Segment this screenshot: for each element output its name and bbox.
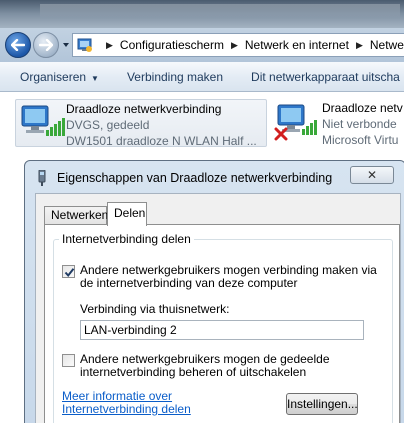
adapter-name: Draadloze netwerkverbinding <box>66 102 222 116</box>
title-bar-shine <box>40 4 400 18</box>
organize-label: Organiseren <box>20 69 87 84</box>
ics-help-link[interactable]: Meer informatie over Internetverbinding … <box>62 390 262 416</box>
allow-sharing-checkbox[interactable] <box>62 265 75 278</box>
recent-pages-chevron-icon[interactable] <box>62 41 70 49</box>
disable-device-button[interactable]: Dit netwerkapparaat uitscha <box>237 70 404 84</box>
adapter-device: DW1501 draadloze N WLAN Half ... <box>66 134 257 146</box>
breadcrumb-separator-icon[interactable]: ▶ <box>356 40 363 51</box>
arrow-right-icon <box>39 39 53 51</box>
ics-groupbox: Internetverbinding delen Andere netwerkg… <box>53 232 393 423</box>
close-button[interactable]: ✕ <box>350 166 394 184</box>
dialog-body: Netwerken Delen Internetverbinding delen… <box>35 193 401 423</box>
back-button[interactable] <box>5 32 31 58</box>
breadcrumb-control-panel[interactable]: Configuratiescherm <box>120 38 224 52</box>
checkmark-icon <box>64 268 75 278</box>
address-bar[interactable]: ▶ Configuratiescherm ▶ Netwerk en intern… <box>72 33 404 57</box>
adapter-item-virtual[interactable]: Draadloze netv Niet verbonde Microsoft V… <box>272 99 404 147</box>
sharing-tab-panel: Internetverbinding delen Andere netwerkg… <box>44 224 400 423</box>
wireless-adapter-icon <box>16 100 66 146</box>
window-background <box>0 158 24 423</box>
adapter-status: DVGS, gedeeld <box>66 118 150 132</box>
adapter-name: Draadloze netv <box>322 101 403 115</box>
command-bar: Organiseren ▼ Verbinding maken Dit netwer… <box>0 62 404 92</box>
adapter-device: Microsoft Virtu <box>322 133 399 147</box>
home-network-label: Verbinding via thuisnetwerk: <box>80 302 230 316</box>
settings-button[interactable]: Instellingen... <box>286 393 358 415</box>
dialog-title: Eigenschappen van Draadloze netwerkverbi… <box>57 171 333 185</box>
wireless-adapter-disconnected-icon <box>272 99 322 145</box>
breadcrumb-separator-icon[interactable]: ▶ <box>231 40 238 51</box>
breadcrumb-network-internet[interactable]: Netwerk en internet <box>245 38 349 52</box>
group-title: Internetverbinding delen <box>59 232 194 246</box>
adapter-item-wireless[interactable]: Draadloze netwerkverbinding DVGS, gedeel… <box>15 99 267 147</box>
adapter-list: Draadloze netwerkverbinding DVGS, gedeel… <box>0 92 404 157</box>
breadcrumb-separator-icon[interactable]: ▶ <box>106 40 113 51</box>
tab-sharing[interactable]: Delen <box>107 202 147 226</box>
network-adapter-icon <box>38 170 46 186</box>
connect-button[interactable]: Verbinding maken <box>113 70 237 84</box>
close-icon: ✕ <box>366 168 378 182</box>
breadcrumb-network-connections[interactable]: Netwe <box>370 38 404 52</box>
home-network-field[interactable]: LAN-verbinding 2 <box>80 320 364 340</box>
dialog-title-bar[interactable]: Eigenschappen van Draadloze netwerkverbi… <box>25 161 404 191</box>
chevron-down-icon: ▼ <box>91 73 99 83</box>
allow-sharing-label[interactable]: Andere netwerkgebruikers mogen verbindin… <box>80 264 380 290</box>
allow-control-checkbox[interactable] <box>62 354 75 367</box>
allow-control-label[interactable]: Andere netwerkgebruikers mogen de gedeel… <box>80 353 380 379</box>
properties-dialog: Eigenschappen van Draadloze netwerkverbi… <box>24 160 404 423</box>
navigation-bar: ▶ Configuratiescherm ▶ Netwerk en intern… <box>0 28 404 62</box>
adapter-status: Niet verbonde <box>322 117 397 131</box>
forward-button[interactable] <box>33 32 59 58</box>
window-title-bar <box>0 0 404 30</box>
organize-menu-button[interactable]: Organiseren ▼ <box>0 70 113 84</box>
control-panel-icon <box>77 38 92 52</box>
tab-networking[interactable]: Netwerken <box>44 206 108 225</box>
arrow-left-icon <box>11 39 25 51</box>
